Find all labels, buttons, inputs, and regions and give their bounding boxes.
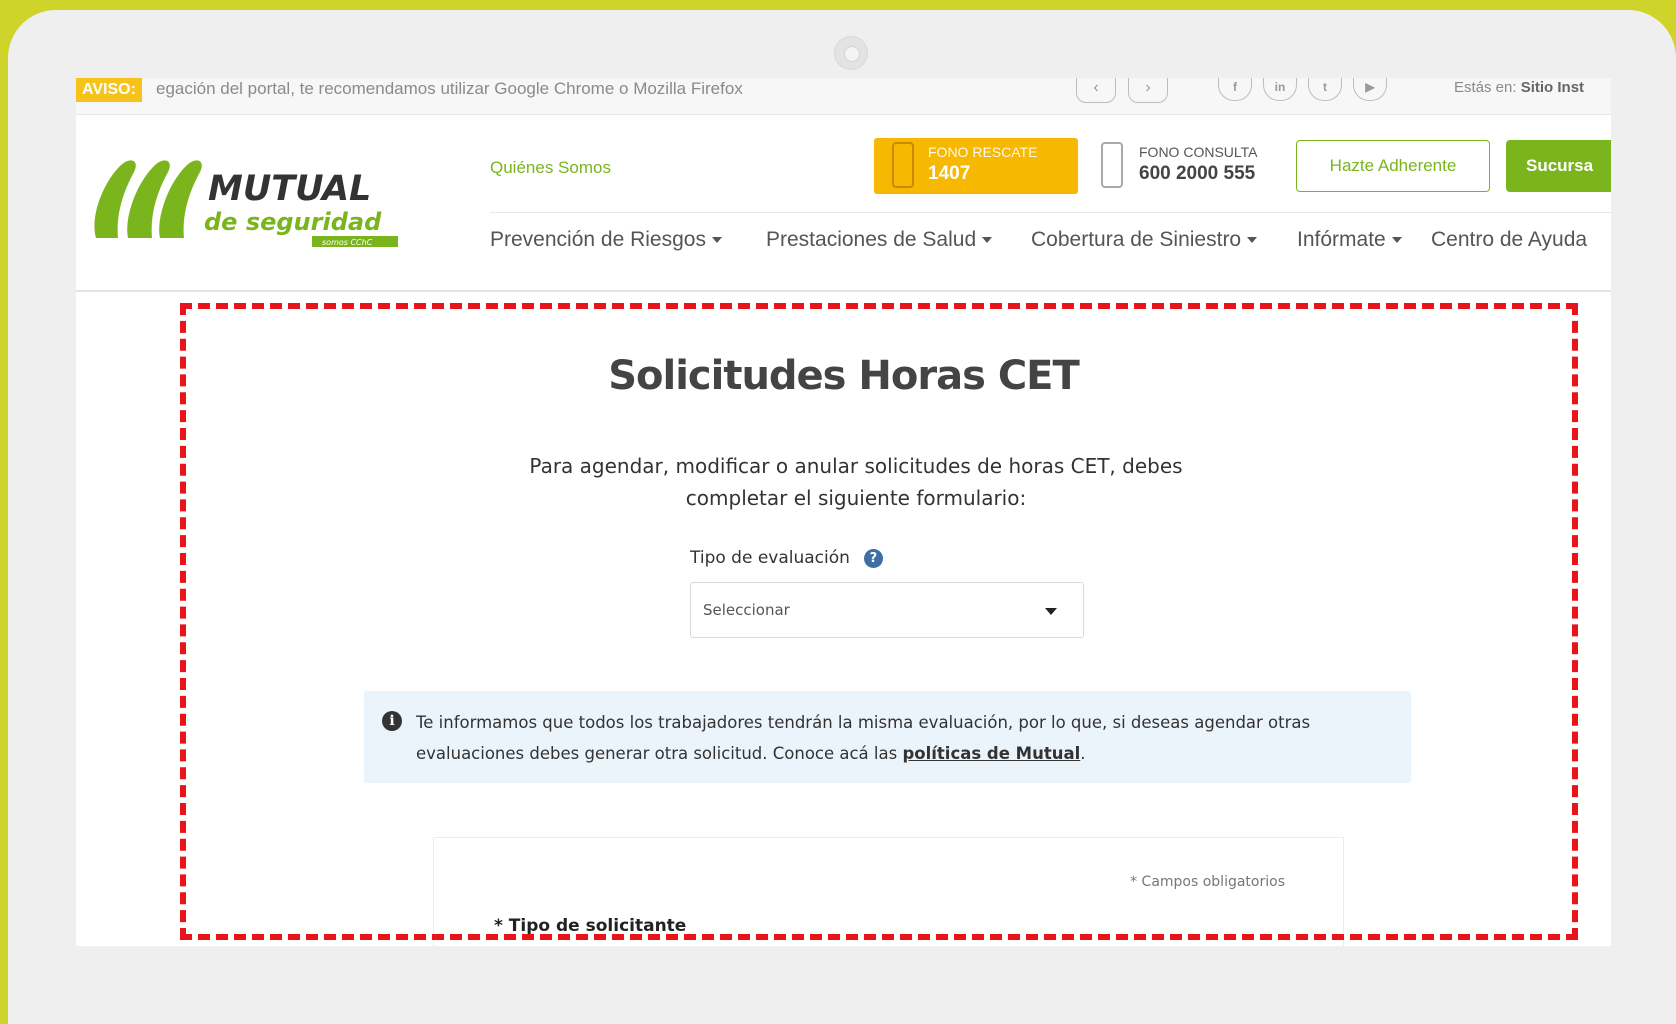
logo-tag: somos CChC: [322, 238, 373, 247]
caret-down-icon: [982, 237, 993, 244]
fono-rescate-number: 1407: [928, 163, 971, 184]
caret-down-icon: [711, 237, 722, 244]
page-description: Para agendar, modificar o anular solicit…: [529, 454, 1183, 510]
youtube-icon[interactable]: ▶: [1353, 78, 1387, 101]
form-card: * Campos obligatorios * Tipo de solicita…: [433, 837, 1344, 946]
politicas-link[interactable]: políticas de Mutual: [902, 744, 1080, 763]
fono-rescate-button[interactable]: FONO RESCATE 1407: [874, 138, 1078, 194]
fono-consulta[interactable]: FONO CONSULTA 600 2000 555: [1101, 138, 1281, 194]
nav-item-centro-ayuda[interactable]: Centro de Ayuda: [1431, 228, 1587, 252]
nav-item-prevencion[interactable]: Prevención de Riesgos: [490, 228, 722, 252]
aviso-text: egación del portal, te recomendamos util…: [156, 79, 743, 98]
info-alert: i Te informamos que todos los trabajador…: [364, 691, 1411, 783]
nav-item-label: Cobertura de Siniestro: [1031, 228, 1242, 251]
nav-item-prestaciones[interactable]: Prestaciones de Salud: [766, 228, 993, 252]
logo-subtitle: de seguridad: [204, 208, 382, 236]
info-icon: i: [382, 711, 402, 731]
mutual-logo-icon: MUTUAL de seguridad somos CChC: [94, 160, 398, 247]
fono-consulta-label: FONO CONSULTA: [1139, 144, 1258, 160]
tipo-evaluacion-text: Tipo de evaluación: [690, 548, 850, 568]
nav-item-label: Prevención de Riesgos: [490, 228, 706, 251]
next-arrow-icon[interactable]: ›: [1128, 78, 1168, 103]
notice-bar: AVISO: egación del portal, te recomendam…: [76, 78, 1611, 115]
header-divider: [490, 212, 1611, 213]
dropdown-arrow-icon: [1045, 608, 1057, 615]
fono-rescate-label: FONO RESCATE: [928, 144, 1038, 160]
nav-item-label: Prestaciones de Salud: [766, 228, 977, 251]
nav-item-label: Infórmate: [1297, 228, 1386, 251]
logo-title: MUTUAL: [208, 169, 371, 209]
breadcrumb-label: Estás en:: [1454, 79, 1517, 96]
caret-down-icon: [1391, 237, 1402, 244]
page-title: Solicitudes Horas CET: [608, 353, 1080, 399]
tipo-evaluacion-select[interactable]: Seleccionar: [690, 582, 1084, 638]
aviso-badge: AVISO:: [76, 78, 142, 102]
fono-consulta-number: 600 2000 555: [1139, 163, 1256, 184]
browser-screen: AVISO: egación del portal, te recomendam…: [76, 78, 1611, 946]
breadcrumb: Estás en: Sitio Inst: [1454, 78, 1584, 98]
sucursal-button[interactable]: Sucursa: [1506, 140, 1611, 192]
twitter-icon[interactable]: t: [1308, 78, 1342, 101]
campos-obligatorios-note: * Campos obligatorios: [1130, 874, 1285, 890]
nav-divider: [76, 290, 1611, 292]
info-text: Te informamos que todos los trabajadores…: [416, 707, 1376, 769]
breadcrumb-site[interactable]: Sitio Inst: [1521, 79, 1584, 96]
linkedin-icon[interactable]: in: [1263, 78, 1297, 101]
quienes-somos-link[interactable]: Quiénes Somos: [490, 158, 611, 178]
caret-down-icon: [1247, 237, 1258, 244]
facebook-icon[interactable]: f: [1218, 78, 1252, 101]
hazte-adherente-button[interactable]: Hazte Adherente: [1296, 140, 1490, 192]
camera-icon: [834, 36, 868, 70]
mobile-phone-icon: [1101, 142, 1123, 188]
tipo-evaluacion-label: Tipo de evaluación?: [690, 548, 883, 568]
info-message: Te informamos que todos los trabajadores…: [416, 713, 1311, 763]
tipo-solicitante-label: * Tipo de solicitante: [494, 916, 687, 936]
nav-item-label: Centro de Ayuda: [1431, 228, 1588, 251]
nav-item-informate[interactable]: Infórmate: [1297, 228, 1402, 252]
phone-icon: [892, 142, 914, 188]
prev-arrow-icon[interactable]: ‹: [1076, 78, 1116, 103]
info-end: .: [1080, 744, 1086, 763]
select-value: Seleccionar: [703, 601, 790, 619]
mutual-logo[interactable]: MUTUAL de seguridad somos CChC: [88, 148, 418, 248]
help-icon[interactable]: ?: [863, 548, 883, 568]
nav-item-cobertura[interactable]: Cobertura de Siniestro: [1031, 228, 1258, 252]
